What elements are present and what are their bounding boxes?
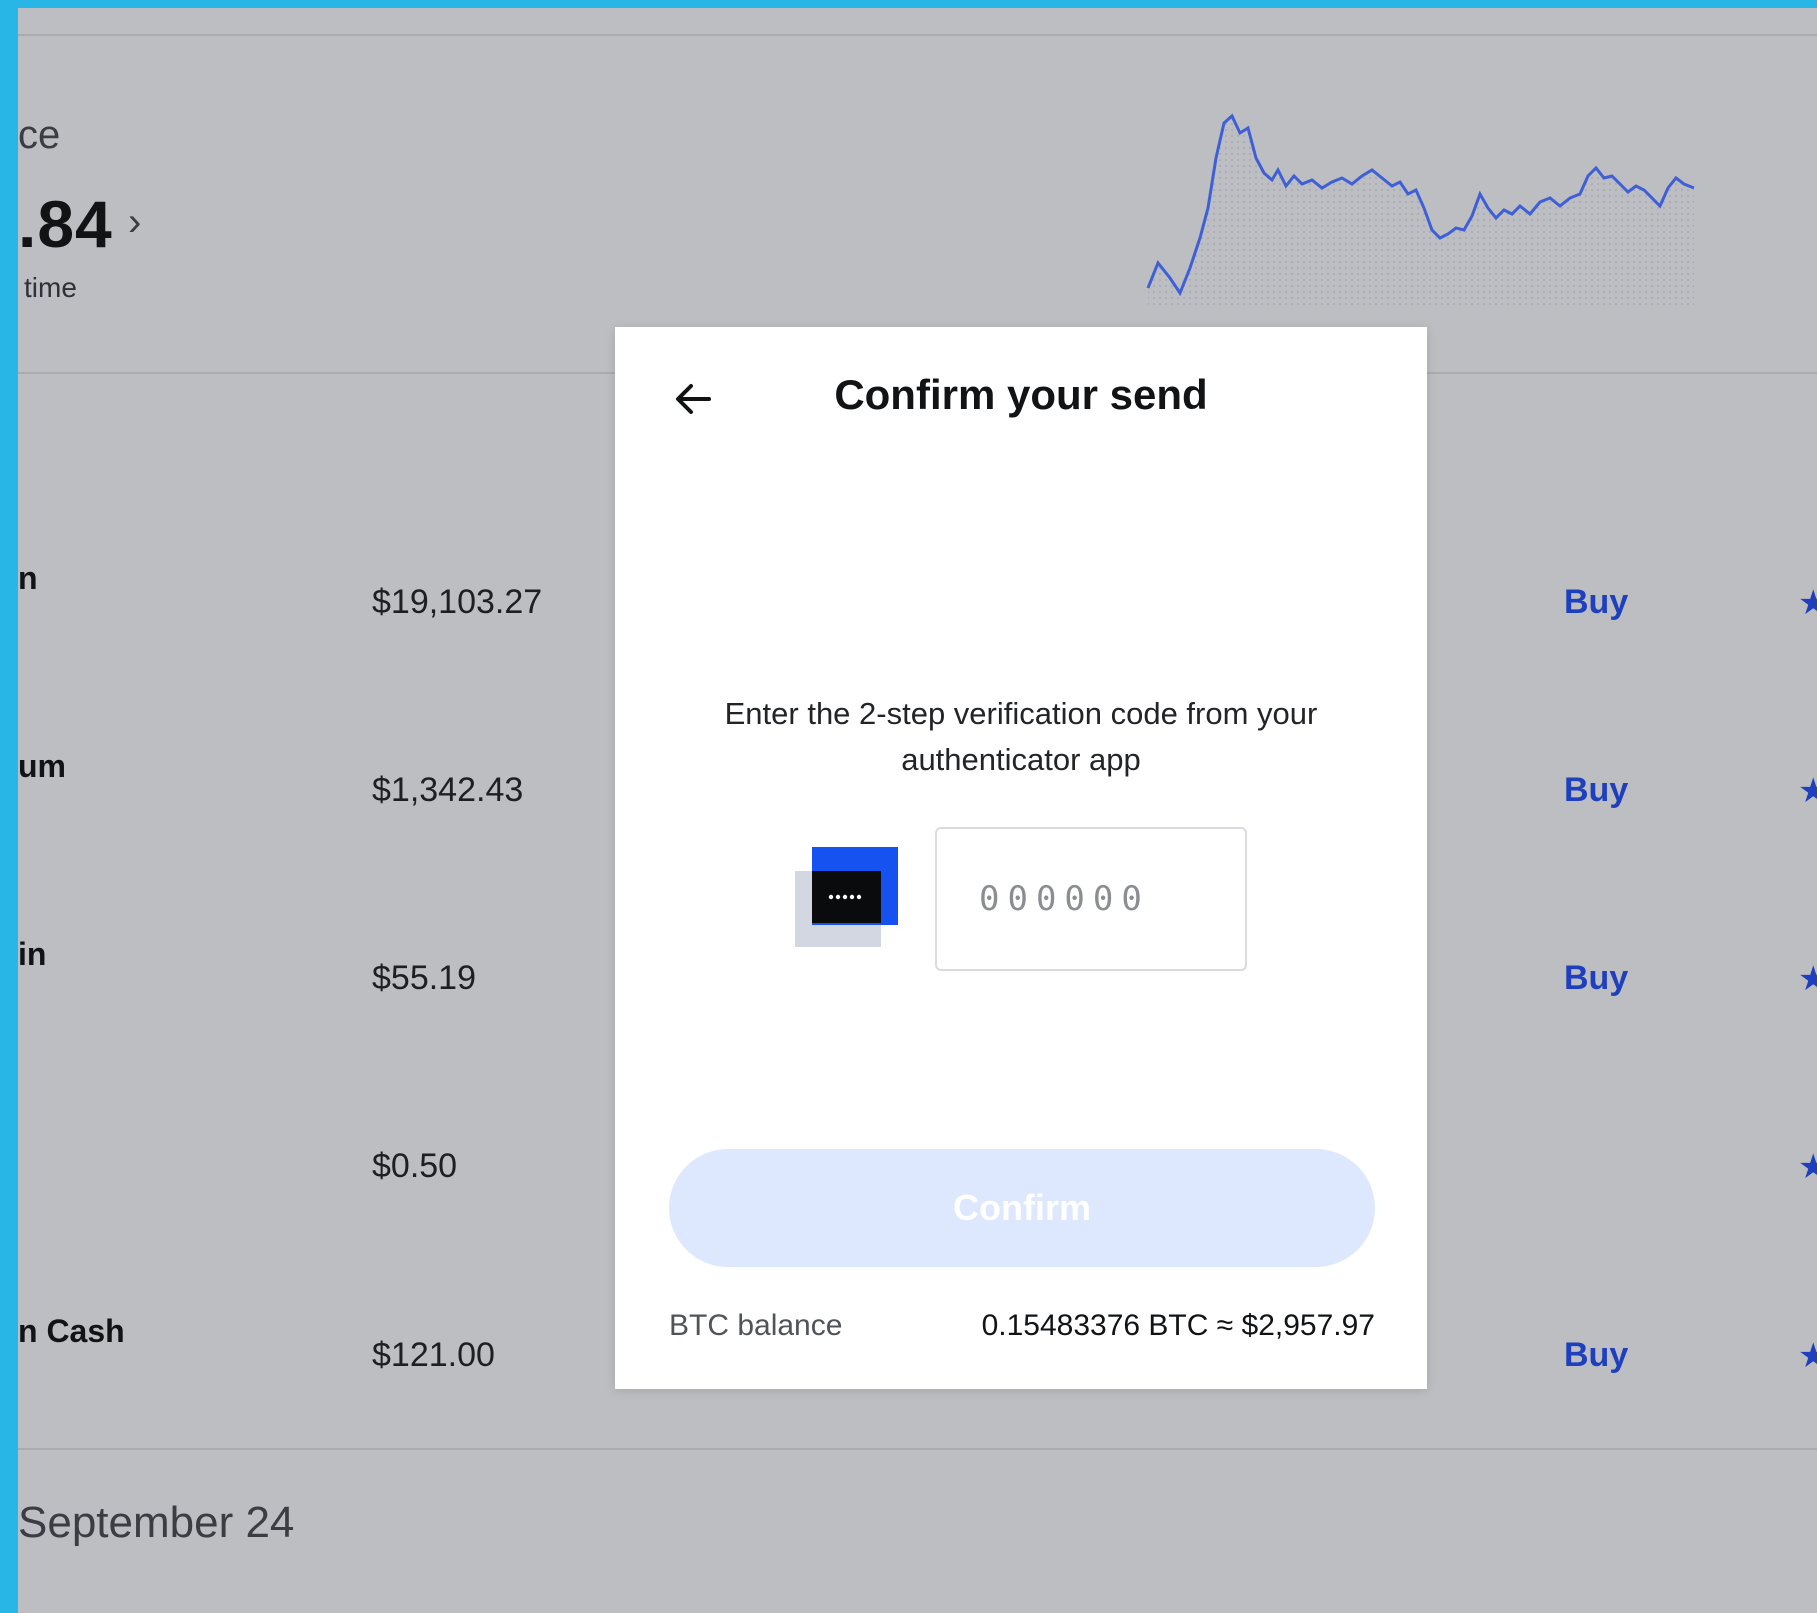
balance-title: ce [18,113,61,157]
divider [18,1448,1817,1450]
asset-price: $19,103.27 [372,583,543,621]
date-group-label: September 24 [18,1498,295,1547]
confirm-send-modal: Confirm your send Enter the 2-step verif… [615,327,1427,1389]
confirm-button[interactable]: Confirm [669,1149,1375,1267]
authenticator-app-icon [795,847,898,947]
sparkline-area [1148,116,1694,308]
asset-name[interactable]: n [18,560,38,597]
asset-name[interactable]: um [18,748,66,785]
star-icon[interactable]: ★ [1798,771,1817,811]
star-icon[interactable]: ★ [1798,1147,1817,1187]
asset-price: $0.50 [372,1147,458,1185]
balance-value[interactable]: .84 [18,186,113,262]
modal-title: Confirm your send [834,371,1208,418]
portfolio-sparkline [1146,113,1695,308]
asset-price: $55.19 [372,959,476,997]
balance-timeframe-label: time [24,272,77,303]
asset-price: $121.00 [372,1336,495,1374]
verification-instruction: Enter the 2-step verification code from … [724,696,1318,777]
screen-frame: ce .84 › time n $19,103.27 Buy ★ um $1,3… [0,0,1817,1613]
star-icon[interactable]: ★ [1798,1336,1817,1376]
star-icon[interactable]: ★ [1798,959,1817,999]
chevron-right-icon[interactable]: › [128,200,141,245]
asset-name[interactable]: n Cash [18,1313,125,1350]
btc-balance-label: BTC balance [669,1309,843,1342]
buy-button[interactable]: Buy [1564,959,1628,998]
asset-price: $1,342.43 [372,771,524,809]
divider [18,34,1817,36]
verification-code-input[interactable] [935,827,1247,971]
btc-balance-amount: 0.15483376 BTC ≈ $2,957.97 [981,1309,1375,1342]
buy-button[interactable]: Buy [1564,1336,1628,1375]
asset-name[interactable]: in [18,936,46,973]
buy-button[interactable]: Buy [1564,771,1628,810]
star-icon[interactable]: ★ [1798,583,1817,623]
buy-button[interactable]: Buy [1564,583,1628,622]
